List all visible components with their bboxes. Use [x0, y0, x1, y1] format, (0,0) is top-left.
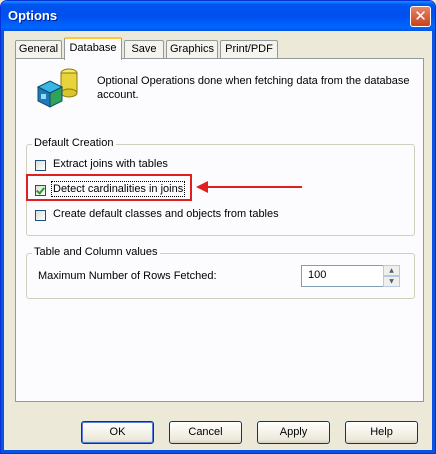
close-icon: ✕	[414, 7, 427, 25]
max-rows-label: Maximum Number of Rows Fetched:	[38, 270, 217, 282]
tab-database[interactable]: Database	[64, 37, 122, 60]
annotation-arrow	[196, 181, 302, 193]
tab-save[interactable]: Save	[124, 40, 164, 59]
apply-button[interactable]: Apply	[257, 421, 330, 444]
table-column-legend: Table and Column values	[32, 246, 160, 258]
window-frame-right	[432, 31, 435, 453]
help-button[interactable]: Help	[345, 421, 418, 444]
spin-up-button[interactable]: ▲	[383, 265, 400, 276]
window-frame-bottom	[1, 450, 435, 453]
window-title: Options	[8, 8, 58, 23]
create-default-classes-label[interactable]: Create default classes and objects from …	[53, 208, 279, 220]
title-bar[interactable]: Options ✕	[1, 1, 435, 31]
max-rows-input[interactable]: 100	[301, 265, 384, 287]
cancel-button[interactable]: Cancel	[169, 421, 242, 444]
spin-down-button[interactable]: ▼	[383, 276, 400, 287]
panel-description: Optional Operations done when fetching d…	[97, 75, 410, 101]
window-frame-left	[1, 31, 4, 453]
max-rows-spinner: ▲ ▼	[383, 265, 400, 287]
database-tab-panel: Optional Operations done when fetching d…	[15, 58, 424, 402]
database-icon	[36, 68, 78, 108]
extract-joins-checkbox[interactable]	[35, 160, 46, 171]
tab-graphics[interactable]: Graphics	[166, 40, 218, 59]
ok-button[interactable]: OK	[81, 421, 154, 444]
default-creation-legend: Default Creation	[32, 137, 116, 149]
tab-print-pdf[interactable]: Print/PDF	[220, 40, 278, 59]
extract-joins-label[interactable]: Extract joins with tables	[53, 158, 168, 170]
chevron-up-icon: ▲	[389, 267, 394, 274]
chevron-down-icon: ▼	[389, 278, 394, 285]
create-default-classes-checkbox[interactable]	[35, 210, 46, 221]
annotation-highlight-box	[26, 174, 192, 201]
close-button[interactable]: ✕	[410, 6, 431, 27]
tab-general[interactable]: General	[15, 40, 62, 59]
options-dialog: Options ✕ General Database Save Graphics…	[0, 0, 436, 454]
